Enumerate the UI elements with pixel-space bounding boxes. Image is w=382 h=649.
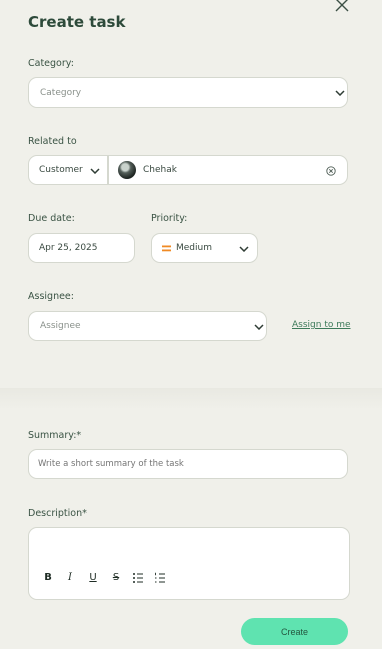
priority-label: Priority: [151,213,188,224]
strikethrough-icon[interactable]: S [109,571,123,585]
due-date-label: Due date: [28,213,75,224]
dialog-title: Create task [28,13,126,31]
due-date-value: Apr 25, 2025 [39,243,98,253]
chevron-down-icon [239,246,249,252]
related-type-select[interactable]: Customer [28,155,108,185]
chevron-down-icon [90,168,100,174]
description-label: Description* [28,508,87,519]
related-to-label: Related to [28,136,77,147]
summary-label: Summary:* [28,430,82,441]
bold-icon[interactable]: B [41,571,55,585]
priority-value: Medium [176,243,212,253]
numbered-list-icon[interactable] [153,571,167,585]
due-date-field[interactable]: Apr 25, 2025 [28,233,135,263]
related-type-value: Customer [39,165,83,175]
assign-to-me-link[interactable]: Assign to me [292,320,351,330]
assignee-select[interactable]: Assignee [28,311,267,341]
related-record-name: Chehak [143,165,177,175]
underline-icon[interactable]: U [86,571,100,585]
create-button[interactable]: Create [241,618,348,645]
bulleted-list-icon[interactable] [131,571,145,585]
category-label: Category: [28,58,74,69]
description-editor[interactable] [28,527,350,600]
assignee-label: Assignee: [28,291,74,302]
chevron-down-icon [335,90,345,96]
section-divider [0,388,382,410]
priority-select[interactable]: Medium [151,233,258,263]
assignee-value: Assignee [40,321,81,331]
avatar [118,161,136,179]
category-value: Category [40,87,82,98]
chevron-down-icon [254,324,264,330]
priority-medium-icon [162,245,171,251]
close-icon[interactable] [333,0,351,14]
summary-input[interactable] [28,449,348,479]
category-select[interactable]: Category [28,77,348,108]
related-record-field[interactable]: Chehak [108,155,348,185]
clear-icon[interactable] [326,166,336,176]
italic-icon[interactable]: I [63,571,77,585]
